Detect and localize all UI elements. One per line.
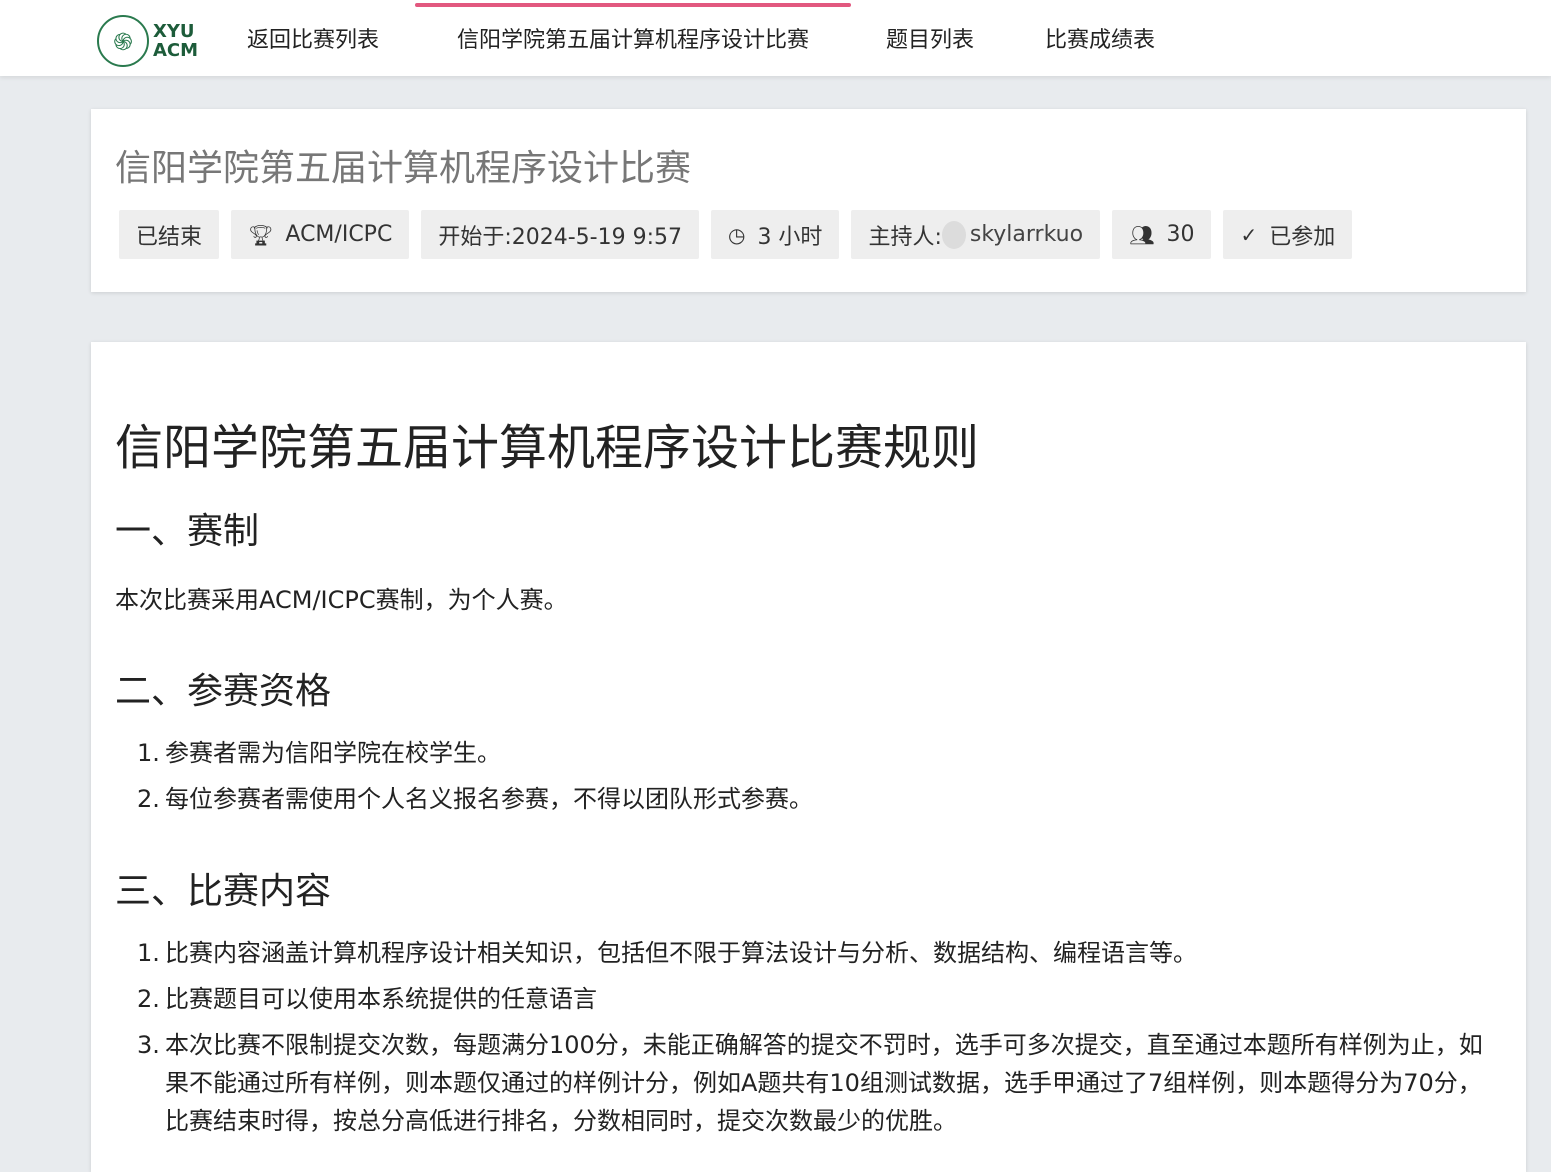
contest-meta-chips: 已结束 🏆︎ ACM/ICPC 开始于:2024-5-19 9:57 ◷ 3 小… — [119, 210, 1353, 259]
site-logo[interactable]: ֍ XYU ACM — [97, 14, 207, 68]
start-time-label: 开始于:2024-5-19 9:57 — [438, 224, 682, 250]
host-name: skylarrkuo — [969, 222, 1084, 247]
list-item: 2. 比赛题目可以使用本系统提供的任意语言 — [137, 985, 597, 1013]
rules-card: 信阳学院第五届计算机程序设计比赛规则 一、赛制 本次比赛采用ACM/ICPC赛制… — [91, 342, 1526, 1172]
check-icon: ✓ — [1240, 222, 1258, 247]
host-chip[interactable]: 主持人: skylarrkuo — [851, 210, 1101, 259]
section-heading-eligibility: 二、参赛资格 — [115, 671, 332, 712]
format-label: ACM/ICPC — [285, 222, 393, 247]
joined-label: 已参加 — [1269, 224, 1336, 250]
participants-count: 30 — [1166, 222, 1195, 247]
section-heading-content: 三、比赛内容 — [115, 871, 332, 912]
duration-label: 3 小时 — [757, 224, 823, 250]
logo-emblem-icon: ֍ — [97, 15, 149, 67]
status-label: 已结束 — [136, 224, 203, 250]
section-text-format: 本次比赛采用ACM/ICPC赛制，为个人赛。 — [115, 586, 568, 614]
nav-scoreboard[interactable]: 比赛成绩表 — [1030, 0, 1170, 76]
status-chip: 已结束 — [119, 210, 220, 259]
rules-title: 信阳学院第五届计算机程序设计比赛规则 — [115, 420, 980, 476]
list-item: 1. 参赛者需为信阳学院在校学生。 — [137, 739, 501, 767]
logo-text-acm: ACM — [153, 40, 199, 61]
format-chip: 🏆︎ ACM/ICPC — [231, 210, 410, 259]
joined-chip: ✓ 已参加 — [1223, 210, 1353, 259]
section-heading-format: 一、赛制 — [115, 511, 260, 552]
duration-chip: ◷ 3 小时 — [710, 210, 840, 259]
logo-text-xyu: XYU — [153, 21, 195, 42]
contest-title: 信阳学院第五届计算机程序设计比赛 — [115, 148, 692, 189]
trophy-icon: 🏆︎ — [248, 222, 274, 247]
nav-problem-list[interactable]: 题目列表 — [870, 0, 990, 76]
list-item: 1. 比赛内容涵盖计算机程序设计相关知识，包括但不限于算法设计与分析、数据结构、编… — [137, 939, 1197, 967]
list-item: 3. 本次比赛不限制提交次数，每题满分100分，未能正确解答的提交不罚时，选手可多… — [137, 1031, 1483, 1135]
contest-info-card: 信阳学院第五届计算机程序设计比赛 已结束 🏆︎ ACM/ICPC 开始于:202… — [91, 109, 1526, 292]
participants-chip: 👥︎ 30 — [1112, 210, 1212, 259]
host-avatar — [941, 220, 966, 249]
top-nav: ֍ XYU ACM 返回比赛列表 信阳学院第五届计算机程序设计比赛 题目列表 比… — [0, 0, 1551, 76]
eligibility-list: 1. 参赛者需为信阳学院在校学生。 2. 每位参赛者需使用个人名义报名参赛，不得以团… — [115, 734, 1485, 826]
clock-icon: ◷ — [727, 222, 746, 247]
nav-back-to-contest-list[interactable]: 返回比赛列表 — [230, 0, 396, 76]
host-label: 主持人: — [868, 224, 942, 250]
content-list: 1. 比赛内容涵盖计算机程序设计相关知识，包括但不限于算法设计与分析、数据结构、编… — [115, 934, 1485, 1148]
start-time-chip: 开始于:2024-5-19 9:57 — [421, 210, 699, 259]
nav-current-contest[interactable]: 信阳学院第五届计算机程序设计比赛 — [415, 0, 851, 76]
list-item: 2. 每位参赛者需使用个人名义报名参赛，不得以团队形式参赛。 — [137, 785, 813, 813]
people-icon: 👥︎ — [1129, 222, 1155, 247]
